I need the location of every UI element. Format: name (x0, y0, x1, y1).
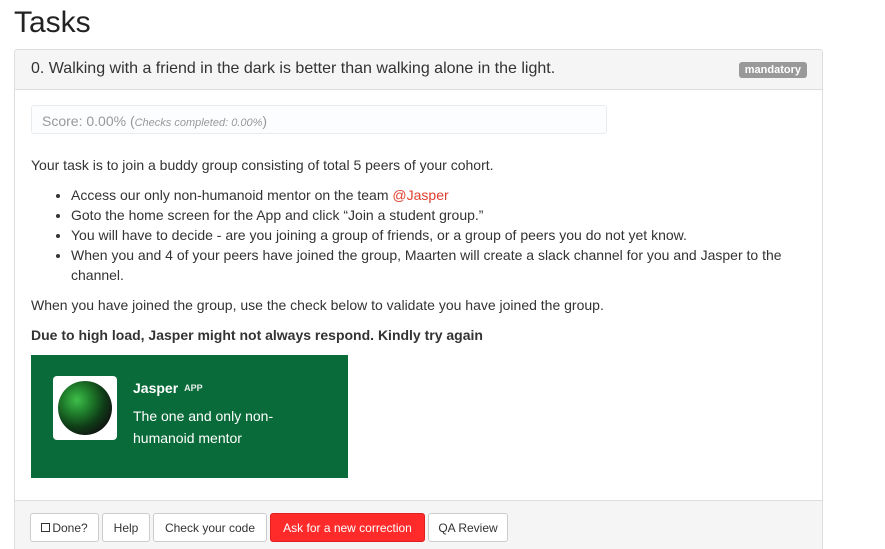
qa-review-button[interactable]: QA Review (428, 513, 508, 542)
task-footer: Done? Help Check your code Ask for a new… (15, 500, 822, 549)
mentor-description: The one and only non-humanoid mentor (133, 408, 274, 446)
new-correction-button[interactable]: Ask for a new correction (270, 513, 425, 542)
task-intro: Your task is to join a buddy group consi… (31, 157, 494, 173)
jasper-mention-link[interactable]: @Jasper (392, 187, 448, 203)
load-warning: Due to high load, Jasper might not alway… (31, 327, 483, 343)
task-title: 0. Walking with a friend in the dark is … (31, 60, 556, 77)
mandatory-badge: mandatory (738, 62, 807, 78)
mentor-card: Jasper APP The one and only non-humanoid … (31, 355, 348, 478)
task-after-text: When you have joined the group, use the … (31, 297, 604, 313)
done-button[interactable]: Done? (30, 513, 99, 542)
help-button[interactable]: Help (102, 513, 150, 542)
task-panel: 0. Walking with a friend in the dark is … (14, 49, 823, 549)
list-item: Access our only non-humanoid mentor on t… (71, 185, 811, 205)
score-box: Score: 0.00% (Checks completed: 0.00%) (31, 105, 607, 134)
app-tag: APP (184, 383, 203, 393)
score-label: Score: 0.00% ( (42, 113, 135, 129)
avatar (53, 376, 117, 440)
mentor-name: Jasper (133, 380, 179, 396)
list-item: When you and 4 of your peers have joined… (71, 245, 811, 285)
checks-completed: Checks completed: 0.00% (134, 117, 263, 129)
task-header: 0. Walking with a friend in the dark is … (15, 50, 822, 90)
task-description: Your task is to join a buddy group consi… (31, 155, 811, 355)
checkbox-icon (41, 523, 51, 532)
page-title: Tasks (14, 6, 91, 39)
score-close: ) (262, 113, 268, 129)
mentor-name-row: Jasper APP (133, 380, 203, 396)
check-code-button[interactable]: Check your code (153, 513, 267, 542)
green-opal-icon (58, 381, 112, 435)
list-item: You will have to decide - are you joinin… (71, 225, 811, 245)
list-item: Goto the home screen for the App and cli… (71, 205, 811, 225)
task-steps: Access our only non-humanoid mentor on t… (71, 185, 811, 285)
